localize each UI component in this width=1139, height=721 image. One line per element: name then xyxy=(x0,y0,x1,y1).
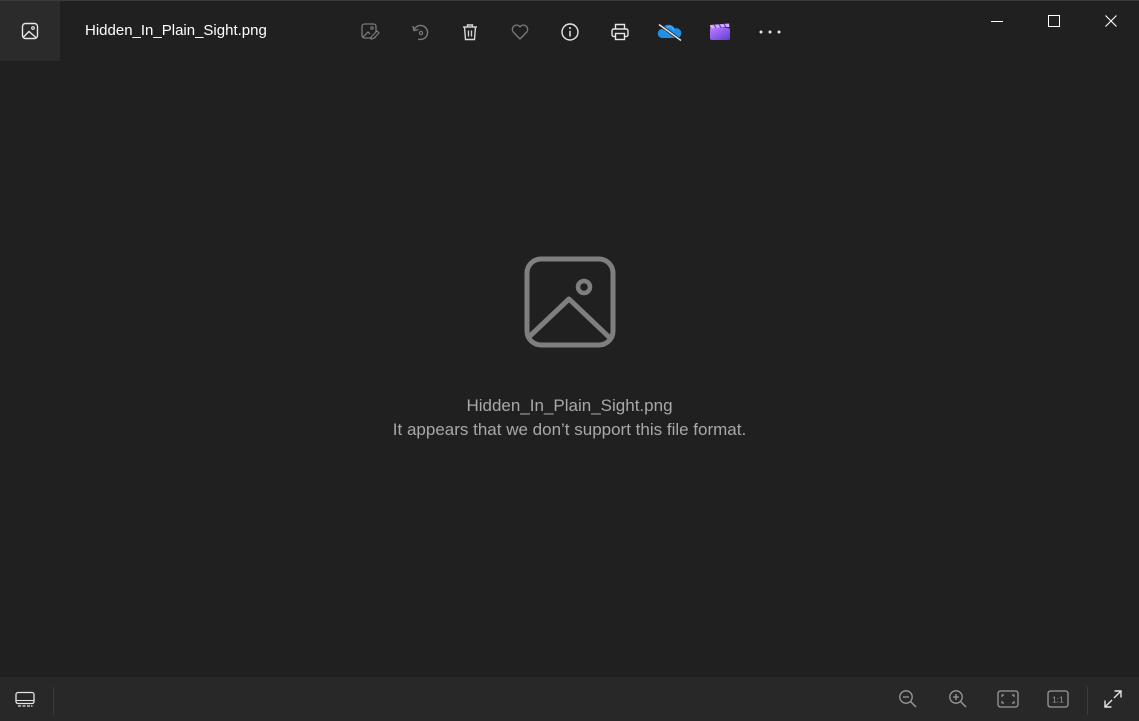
window-controls xyxy=(968,1,1139,41)
actual-size-icon: 1:1 xyxy=(1047,690,1069,708)
zoom-controls: 1:1 xyxy=(883,681,1083,717)
zoom-in-icon xyxy=(949,690,967,708)
bottom-bar: 1:1 xyxy=(0,677,1139,721)
edit-image-icon xyxy=(361,23,380,40)
close-icon xyxy=(1104,15,1117,27)
zoom-in-button[interactable] xyxy=(933,681,983,717)
rotate-icon xyxy=(412,24,429,41)
unsupported-format-text: It appears that we don’t support this fi… xyxy=(392,420,747,439)
trash-icon xyxy=(463,24,477,41)
maximize-button[interactable] xyxy=(1025,1,1082,41)
fullscreen-icon xyxy=(1104,690,1122,708)
more-options-button[interactable] xyxy=(745,7,795,57)
actual-size-button[interactable]: 1:1 xyxy=(1033,681,1083,717)
more-icon xyxy=(759,30,781,34)
actual-size-label: 1:1 xyxy=(1052,695,1064,705)
window-title: Hidden_In_Plain_Sight.png xyxy=(85,22,267,39)
delete-button[interactable] xyxy=(445,7,495,57)
heart-icon xyxy=(511,24,529,40)
fit-to-window-button[interactable] xyxy=(983,681,1033,717)
photos-app-icon xyxy=(21,22,39,40)
app-icon-button[interactable] xyxy=(0,1,60,61)
photos-app-window: Hidden_In_Plain_Sight.png Hidden_In_Plai… xyxy=(0,0,1139,721)
title-bar: Hidden_In_Plain_Sight.png xyxy=(0,1,1139,61)
maximize-icon xyxy=(1047,15,1060,27)
image-placeholder-icon xyxy=(524,256,615,348)
unsupported-file-message: Hidden_In_Plain_Sight.png It appears tha… xyxy=(0,256,1139,442)
fit-to-window-icon xyxy=(997,690,1019,708)
cloud-off-icon xyxy=(657,23,682,42)
fullscreen-button[interactable] xyxy=(1091,681,1135,717)
minimize-icon xyxy=(990,21,1003,22)
rotate-button[interactable] xyxy=(395,7,445,57)
favorite-button[interactable] xyxy=(495,7,545,57)
close-button[interactable] xyxy=(1082,1,1139,41)
info-icon xyxy=(561,23,579,41)
top-toolbar xyxy=(345,7,795,57)
bottom-divider-right xyxy=(1087,687,1088,715)
file-info-button[interactable] xyxy=(545,7,595,57)
video-editor-button[interactable] xyxy=(695,7,745,57)
clipchamp-icon xyxy=(710,23,730,40)
unsupported-file-name: Hidden_In_Plain_Sight.png xyxy=(466,396,673,415)
edit-image-button[interactable] xyxy=(345,7,395,57)
filmstrip-button[interactable] xyxy=(4,681,46,717)
print-button[interactable] xyxy=(595,7,645,57)
filmstrip-icon xyxy=(15,691,35,707)
bottom-divider-left xyxy=(53,687,54,715)
onedrive-button[interactable] xyxy=(645,7,695,57)
zoom-out-icon xyxy=(899,690,917,708)
zoom-out-button[interactable] xyxy=(883,681,933,717)
printer-icon xyxy=(611,23,629,41)
minimize-button[interactable] xyxy=(968,1,1025,41)
